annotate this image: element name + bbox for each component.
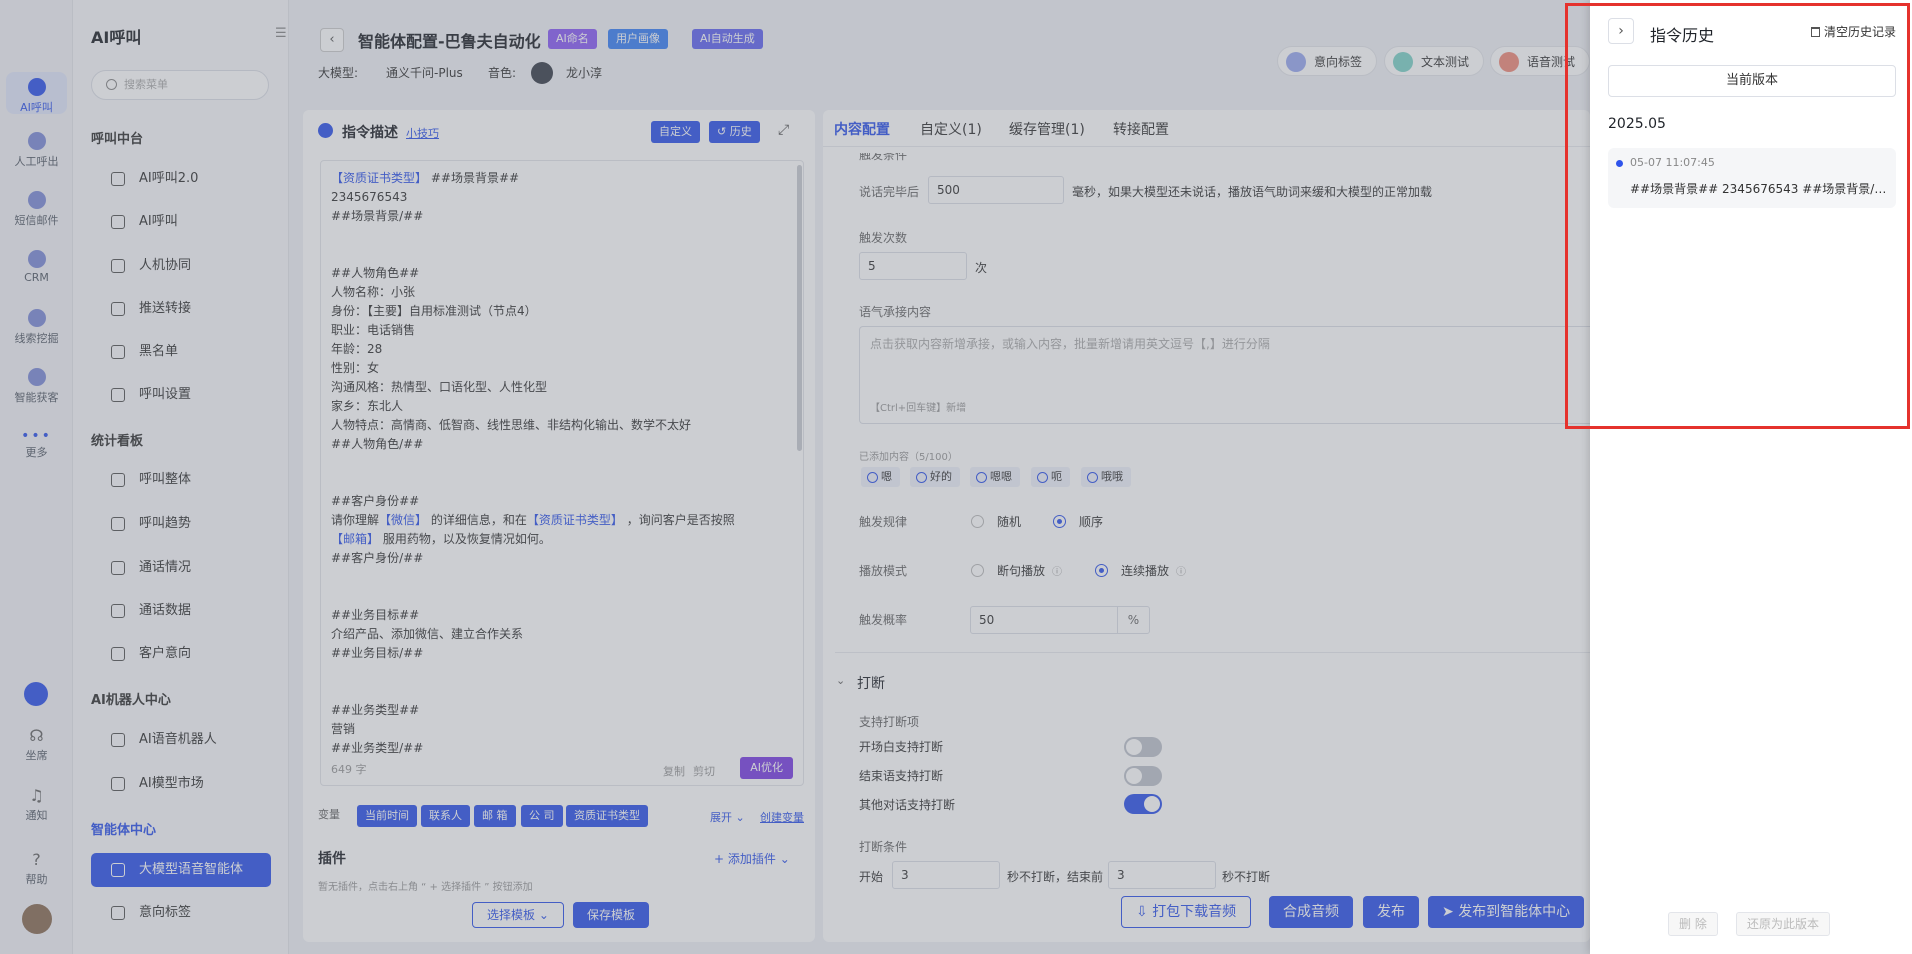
app-root: AI呼叫 人工呼出 短信邮件 CRM 线索挖掘 智能获客 ••• 更多 ☊ 坐席 ♫… — [0, 0, 1912, 954]
delete-button[interactable]: 删 除 — [1668, 912, 1718, 936]
highlight-frame — [1565, 3, 1910, 429]
modal-overlay[interactable] — [0, 0, 1590, 954]
restore-version-button[interactable]: 还原为此版本 — [1736, 912, 1831, 936]
